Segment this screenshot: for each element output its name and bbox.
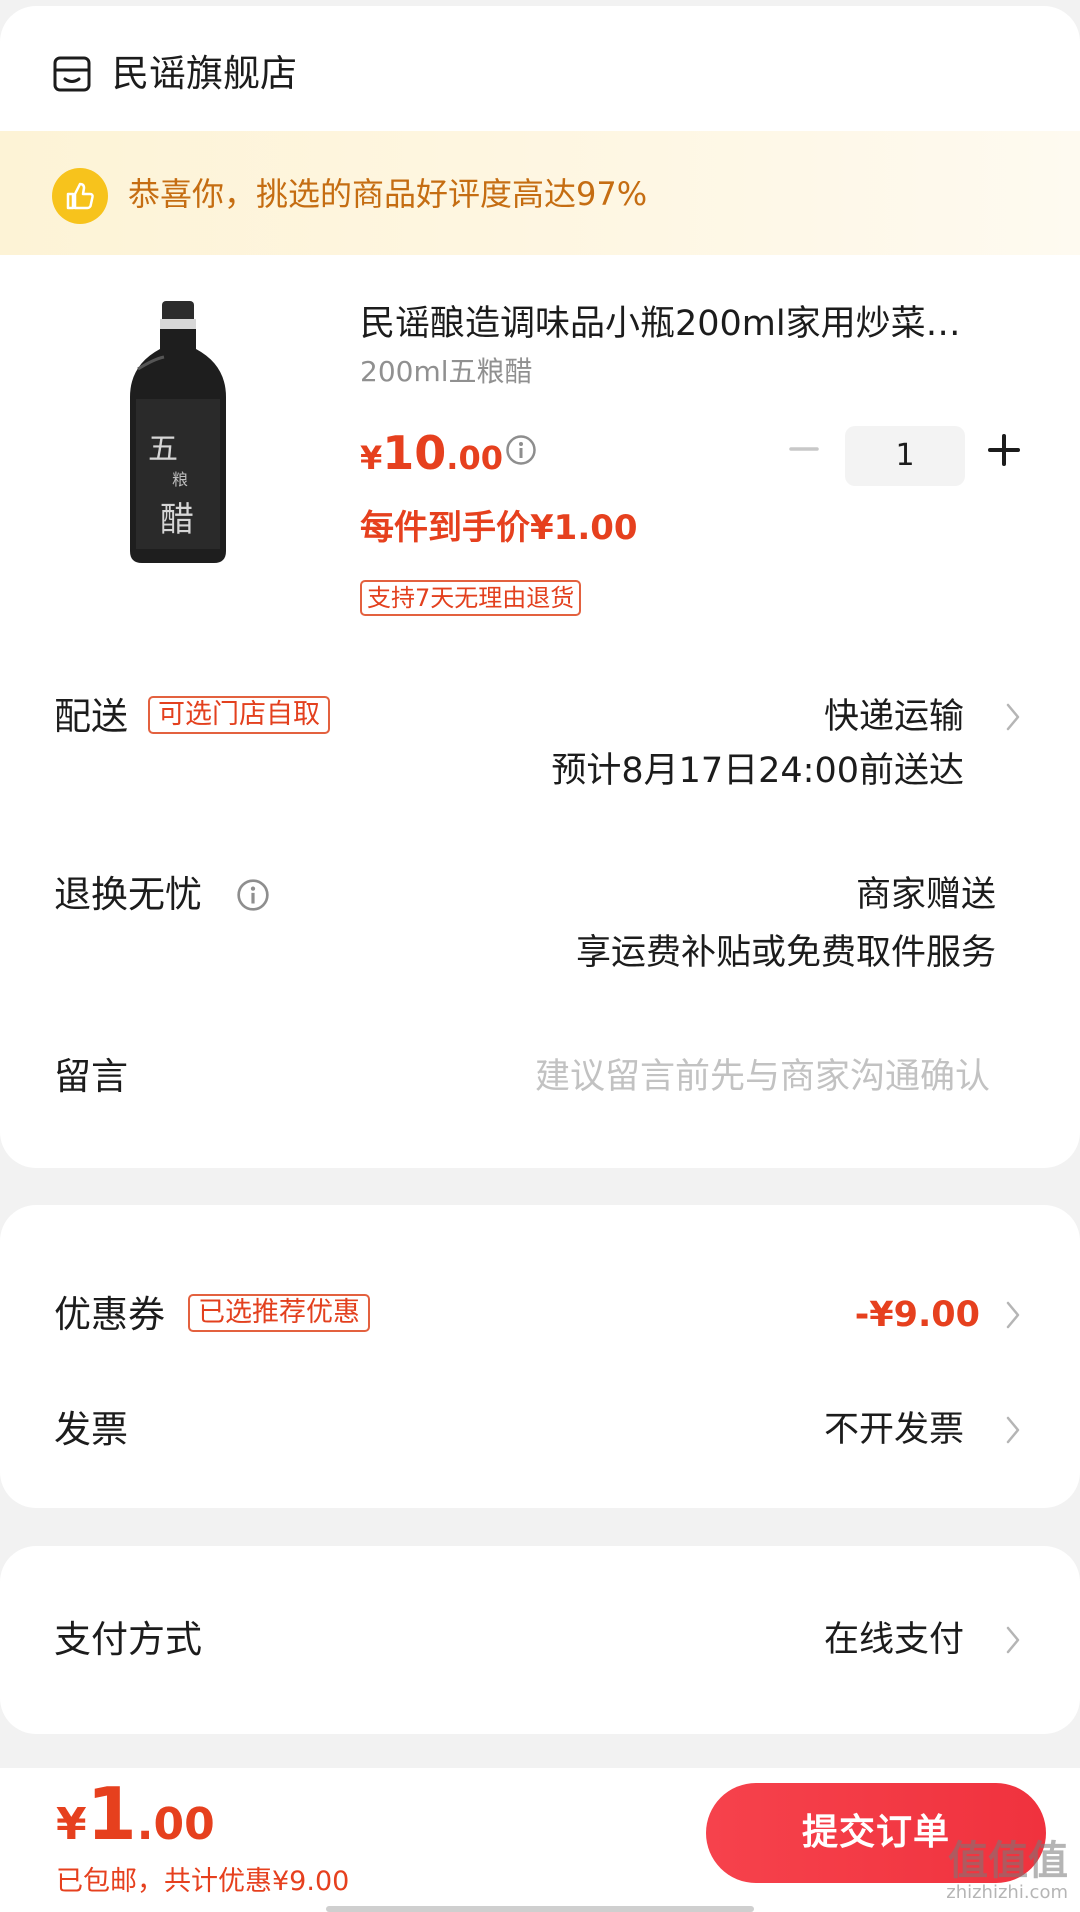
quantity-increase-button[interactable] — [988, 434, 1020, 466]
invoice-value[interactable]: 不开发票 — [824, 1405, 964, 1455]
store-name[interactable]: 民谣旗舰店 — [112, 50, 297, 98]
returns-info-icon[interactable] — [236, 878, 270, 912]
svg-text:五: 五 — [148, 432, 178, 467]
watermark-url: zhizhizhi.com — [946, 1882, 1068, 1903]
coupon-value[interactable]: -¥9.00 — [855, 1290, 980, 1340]
rating-banner-text: 恭喜你，挑选的商品好评度高达97% — [128, 175, 648, 213]
watermark: 值值值 — [948, 1838, 1068, 1884]
total-decimal: .00 — [136, 1799, 215, 1850]
rating-banner: 恭喜你，挑选的商品好评度高达97% — [0, 131, 1080, 255]
quantity-decrease-button[interactable] — [789, 434, 819, 464]
product-price: ¥10.00 — [360, 426, 503, 480]
thumbs-up-icon — [52, 168, 108, 224]
note-label: 留言 — [54, 1055, 128, 1098]
unit-price: 每件到手价¥1.00 — [360, 508, 638, 548]
product-image[interactable]: 五 粮 醋 — [124, 299, 232, 565]
quantity-value[interactable]: 1 — [845, 426, 965, 486]
returns-value: 商家赠送 — [855, 875, 996, 915]
invoice-label: 发票 — [54, 1408, 128, 1451]
delivery-eta: 预计8月17日24:00前送达 — [551, 751, 964, 791]
returns-label: 退换无忧 — [54, 873, 202, 916]
checkout-bar: ¥1.00 已包邮，共计优惠¥9.00 提交订单 值值值 zhizhizhi.c… — [0, 1768, 1080, 1912]
chevron-right-icon[interactable] — [1003, 1413, 1023, 1447]
chevron-right-icon[interactable] — [1003, 700, 1023, 734]
returns-subtext: 享运费补贴或免费取件服务 — [575, 933, 996, 973]
product-spec[interactable]: 200ml五粮醋 — [360, 352, 533, 392]
total-symbol: ¥ — [56, 1799, 87, 1850]
product-title[interactable]: 民谣酿造调味品小瓶200ml家用炒菜… — [360, 300, 1022, 348]
discount-card: 优惠券 已选推荐优惠 -¥9.00 发票 不开发票 — [0, 1205, 1080, 1508]
price-integer: 10 — [382, 426, 447, 480]
total-price: ¥1.00 — [56, 1772, 215, 1856]
payment-card: 支付方式 在线支付 — [0, 1546, 1080, 1734]
delivery-label: 配送 — [54, 695, 128, 738]
total-integer: 1 — [86, 1772, 137, 1856]
chevron-right-icon[interactable] — [1003, 1298, 1023, 1332]
order-card: 民谣旗舰店 恭喜你，挑选的商品好评度高达97% 五 粮 醋 民谣酿造调味品小瓶2… — [0, 6, 1080, 1168]
svg-text:醋: 醋 — [160, 500, 194, 540]
payment-label: 支付方式 — [54, 1618, 202, 1661]
total-summary: 已包邮，共计优惠¥9.00 — [56, 1866, 350, 1897]
return-policy-tag: 支持7天无理由退货 — [360, 580, 582, 616]
chevron-right-icon[interactable] — [1003, 1623, 1023, 1657]
home-indicator — [326, 1906, 754, 1912]
price-symbol: ¥ — [360, 439, 383, 477]
delivery-method[interactable]: 快递运输 — [824, 692, 964, 742]
price-decimal: .00 — [446, 439, 503, 477]
pickup-tag: 可选门店自取 — [148, 696, 330, 734]
svg-text:粮: 粮 — [172, 470, 188, 489]
store-icon — [53, 56, 91, 92]
coupon-label: 优惠券 — [54, 1293, 165, 1336]
coupon-tag: 已选推荐优惠 — [188, 1294, 370, 1332]
price-info-icon[interactable] — [505, 434, 537, 466]
payment-value[interactable]: 在线支付 — [824, 1615, 964, 1665]
note-input[interactable]: 建议留言前先与商家沟通确认 — [535, 1052, 990, 1102]
